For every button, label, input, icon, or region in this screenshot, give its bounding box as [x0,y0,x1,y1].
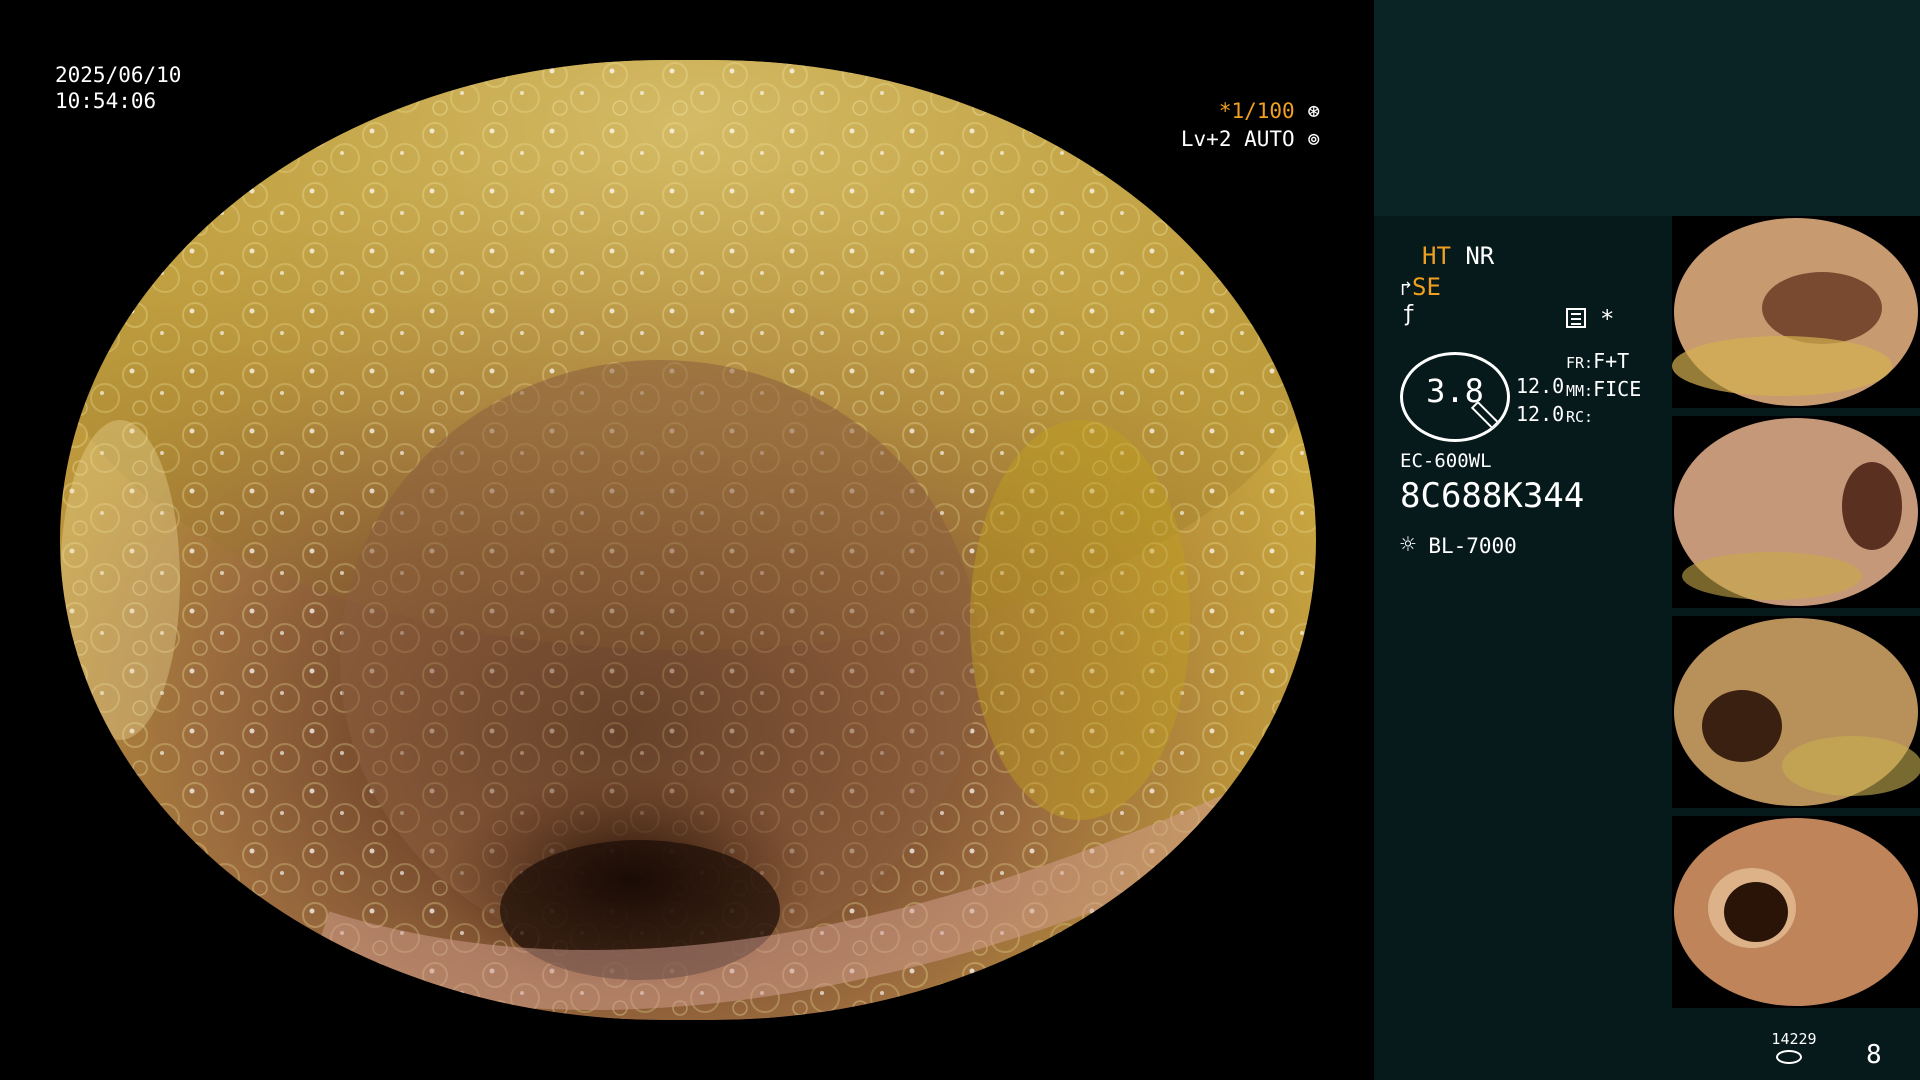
scope-tip-icon: ↱ [1400,276,1413,300]
thumbnail-image [1672,616,1920,808]
shutter-value: *1/100 [1218,99,1295,123]
ht-nr-row: HT NR [1422,242,1494,270]
date-time: 2025/06/10 10:54:06 [55,62,181,114]
sun-icon: ☼ [1400,530,1416,560]
thumbnail-1[interactable] [1672,216,1920,408]
iris-icon: ⊚ [1307,127,1320,151]
level-readout: Lv+2 AUTO ⊚ [1150,126,1320,152]
f-hook-icon: ƒ [1402,302,1416,327]
image-count: 8 [1866,1040,1882,1070]
disk-stack-icon [1776,1050,1802,1064]
gain-values: 12.0 12.0 [1516,372,1564,428]
date-label: 2025/06/10 [55,63,182,87]
mm-value: FICE [1593,377,1642,401]
endoscope-image [60,60,1316,1020]
mm-label: MM: [1566,382,1594,400]
thumbnail-4[interactable] [1672,816,1920,1008]
level-value: Lv+2 AUTO [1180,127,1295,151]
light-source: BL-7000 [1428,534,1517,558]
asterisk-indicator: * [1600,305,1615,333]
storage-counter: 14229 [1771,1030,1817,1048]
thumbnail-image [1672,416,1920,608]
zoom-value: 3.8 [1426,372,1484,410]
panel-header-area [1374,0,1920,216]
mode-block: FR:F+T MM:FICE RC: [1566,348,1641,430]
rc-label: RC: [1566,408,1594,426]
thumbnail-2[interactable] [1672,416,1920,608]
nr-label: NR [1465,242,1495,270]
time-label: 10:54:06 [55,89,157,113]
thumbnail-3[interactable] [1672,616,1920,808]
light-source-row: ☼ BL-7000 [1400,530,1517,560]
fr-value: F+T [1593,349,1630,373]
shutter-readout: *1/100 ⊛ [1190,98,1320,124]
list-icon [1566,308,1586,328]
aperture-icon: ⊛ [1307,99,1320,123]
endoscope-view [60,60,1316,1020]
se-label: SE [1412,273,1441,301]
scope-serial: 8C688K344 [1400,476,1585,516]
ht-label: HT [1422,242,1451,270]
value-b: 12.0 [1516,402,1565,426]
thumbnail-image [1672,816,1920,1008]
thumbnail-image [1672,216,1920,408]
scope-model: EC-600WL [1400,450,1492,472]
se-row: ↱SE [1400,273,1441,301]
fr-label: FR: [1566,354,1594,372]
value-a: 12.0 [1516,374,1565,398]
